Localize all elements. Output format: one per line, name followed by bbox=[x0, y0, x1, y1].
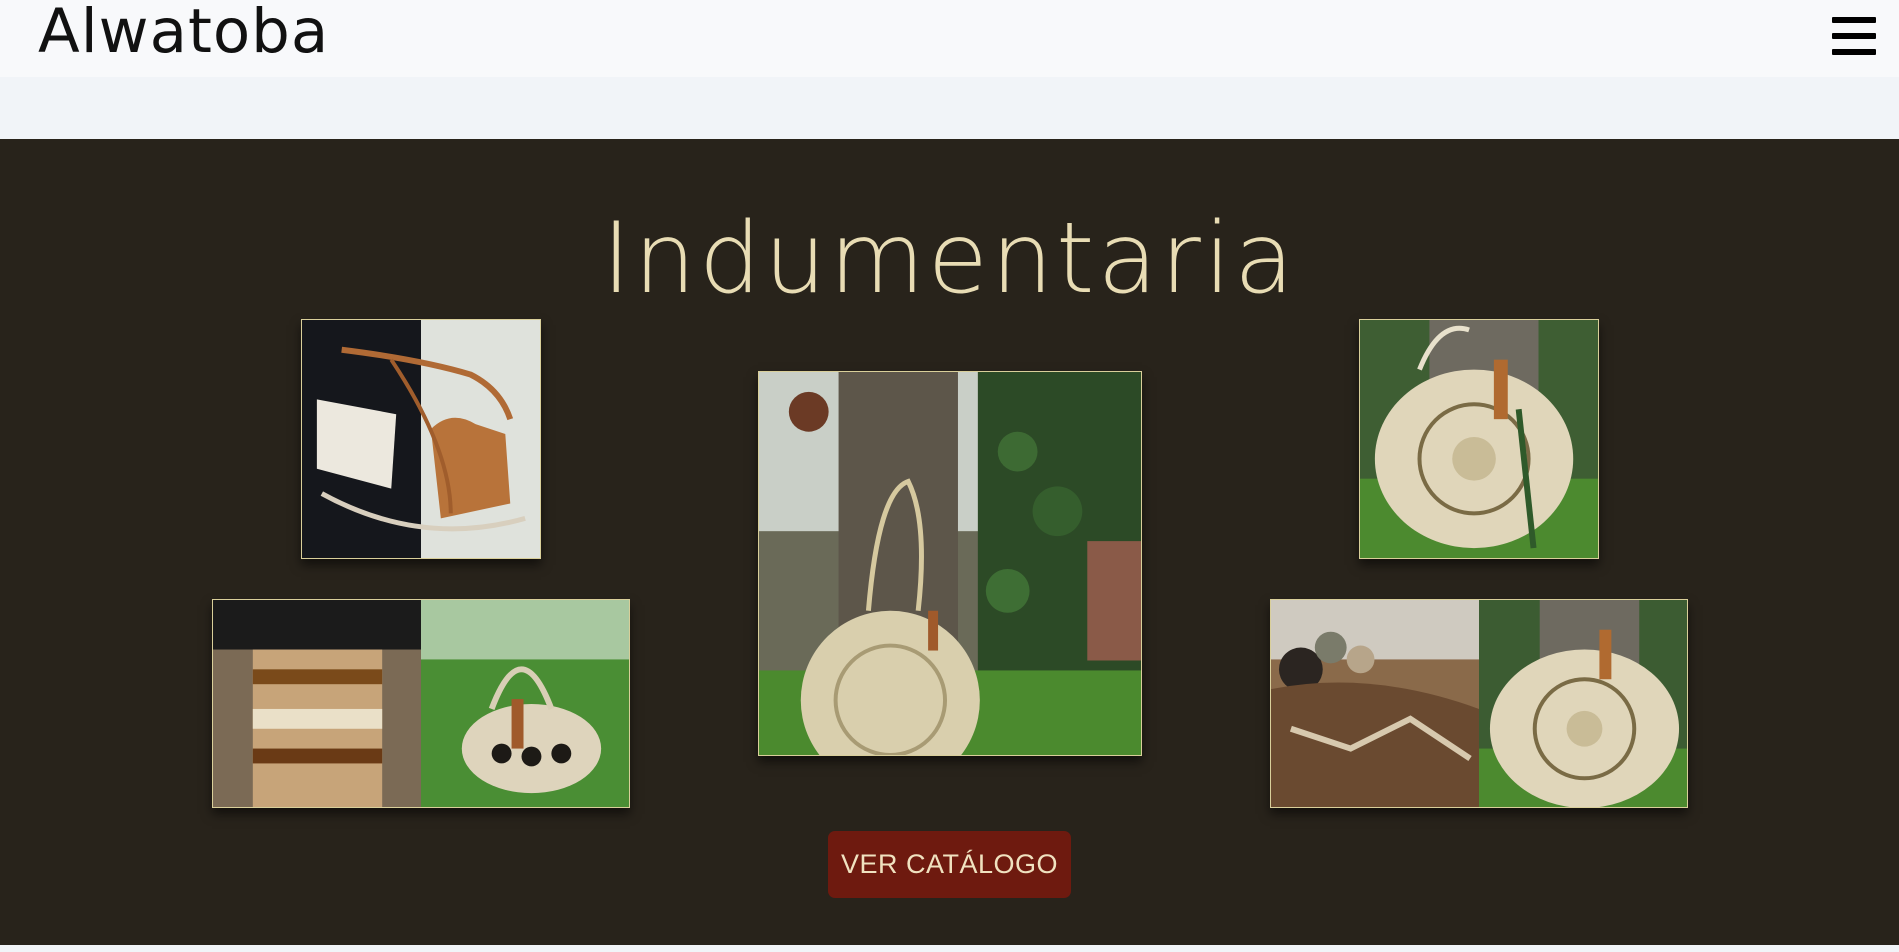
footer-strip bbox=[0, 945, 1899, 952]
brand-logo[interactable]: Alwatoba bbox=[38, 0, 329, 68]
hamburger-menu-icon[interactable] bbox=[1832, 14, 1876, 58]
palm-tree-basket-bag-photo[interactable] bbox=[758, 371, 1142, 756]
section-title: Indumentaria bbox=[601, 202, 1298, 316]
ver-catalogo-button[interactable]: VER CATÁLOGO bbox=[828, 831, 1071, 898]
navbar: Alwatoba bbox=[0, 0, 1899, 77]
menu-bar bbox=[1832, 33, 1876, 39]
menu-bar bbox=[1832, 49, 1876, 55]
woven-skirt-and-basket-photo[interactable] bbox=[212, 599, 630, 808]
leather-bags-photo[interactable] bbox=[301, 319, 541, 559]
yarn-and-round-bag-photo[interactable] bbox=[1270, 599, 1688, 808]
round-woven-bag-photo[interactable] bbox=[1359, 319, 1599, 559]
indumentaria-section: Indumentaria VER CATÁLOGO bbox=[0, 139, 1899, 945]
menu-bar bbox=[1832, 17, 1876, 23]
spacer-band bbox=[0, 77, 1899, 139]
